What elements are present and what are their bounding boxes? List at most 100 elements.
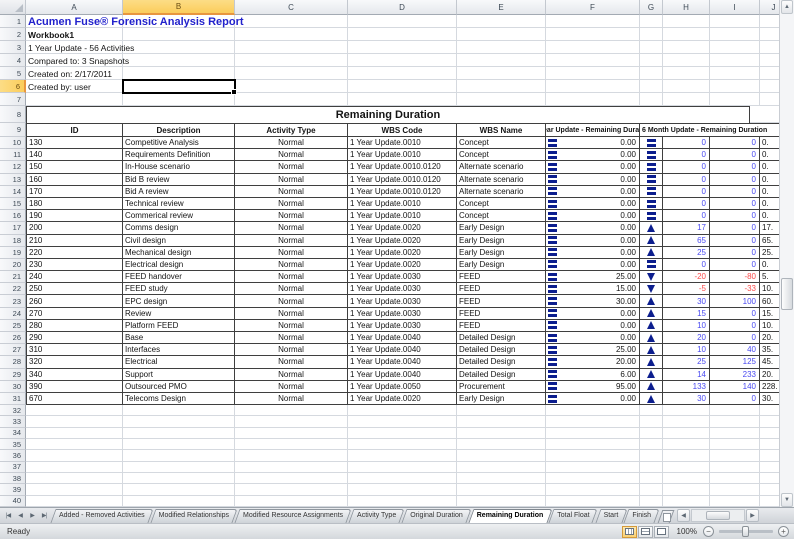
horizontal-scroll-track[interactable] xyxy=(691,509,745,522)
previous-sheet-icon[interactable]: ◀ xyxy=(14,510,26,522)
column-header-f[interactable]: F xyxy=(546,0,640,15)
cell-wbs-code[interactable]: 1 Year Update.0020 xyxy=(348,235,457,247)
row-number[interactable]: 12 xyxy=(0,161,26,173)
cell[interactable] xyxy=(760,473,779,484)
cell[interactable] xyxy=(457,484,546,495)
cell-id[interactable]: 310 xyxy=(26,344,123,356)
cell-wbs-code[interactable]: 1 Year Update.0010.0120 xyxy=(348,161,457,173)
scroll-left-icon[interactable]: ◀ xyxy=(677,509,690,522)
cell-six-month-delta[interactable]: 17 xyxy=(663,222,710,234)
cell-wbs-code[interactable]: 1 Year Update.0040 xyxy=(348,344,457,356)
row-number[interactable]: 9 xyxy=(0,123,26,137)
cell-wbs-name[interactable]: Concept xyxy=(457,198,546,210)
cell[interactable] xyxy=(640,80,663,93)
cell-six-month-value[interactable]: 35. xyxy=(760,344,779,356)
cell[interactable] xyxy=(457,462,546,473)
cell-six-month-delta[interactable]: 15 xyxy=(663,308,710,320)
cell[interactable] xyxy=(546,67,640,80)
cell-year-update[interactable]: 0.00 xyxy=(546,161,640,173)
cell-wbs-code[interactable]: 1 Year Update.0030 xyxy=(348,295,457,307)
cell-six-month-delta[interactable]: 0 xyxy=(663,186,710,198)
cell-wbs-name[interactable]: Early Design xyxy=(457,235,546,247)
cell[interactable] xyxy=(760,93,779,106)
cell-wbs-code[interactable]: 1 Year Update.0040 xyxy=(348,332,457,344)
column-header-h[interactable]: H xyxy=(663,0,710,15)
cell[interactable] xyxy=(640,15,663,28)
cell[interactable] xyxy=(348,484,457,495)
cell-wbs-code[interactable]: 1 Year Update.0020 xyxy=(348,222,457,234)
cell[interactable] xyxy=(457,473,546,484)
cell[interactable] xyxy=(235,439,348,450)
row-number[interactable]: 2 xyxy=(0,28,26,41)
cell[interactable] xyxy=(663,462,710,473)
cell[interactable] xyxy=(348,416,457,427)
column-header-c[interactable]: C xyxy=(235,0,348,15)
insert-worksheet-tab[interactable] xyxy=(658,509,674,523)
column-header-g[interactable]: G xyxy=(640,0,663,15)
cell-wbs-name[interactable]: Detailed Design xyxy=(457,332,546,344)
sheet-tab[interactable]: Added - Removed Activities xyxy=(52,508,152,523)
cell-activity-type[interactable]: Normal xyxy=(235,393,348,405)
cell-description[interactable]: Electrical xyxy=(123,356,235,368)
cell[interactable] xyxy=(760,80,779,93)
cell-activity-type[interactable]: Normal xyxy=(235,356,348,368)
cell[interactable] xyxy=(26,462,123,473)
cell[interactable] xyxy=(123,93,235,106)
cell[interactable] xyxy=(235,428,348,439)
cell-wbs-name[interactable]: Detailed Design xyxy=(457,369,546,381)
cell[interactable] xyxy=(546,484,640,495)
cell-activity-type[interactable]: Normal xyxy=(235,381,348,393)
cell-description[interactable]: FEED study xyxy=(123,283,235,295)
header-six-month-update[interactable]: 6 Month Update - Remaining Duration xyxy=(640,123,779,137)
cell[interactable] xyxy=(546,473,640,484)
cell-wbs-name[interactable]: Early Design xyxy=(457,393,546,405)
cell[interactable] xyxy=(546,93,640,106)
cell[interactable] xyxy=(235,80,348,93)
page-layout-view-button[interactable] xyxy=(638,526,653,538)
cell[interactable] xyxy=(640,496,663,507)
cell-year-update[interactable]: 25.00 xyxy=(546,344,640,356)
cell-six-month-delta[interactable]: 0 xyxy=(663,198,710,210)
cell-activity-type[interactable]: Normal xyxy=(235,344,348,356)
cell-six-month-delta[interactable]: 0 xyxy=(663,259,710,271)
cell-description[interactable]: Comms design xyxy=(123,222,235,234)
cell-wbs-name[interactable]: Alternate scenario xyxy=(457,161,546,173)
cell[interactable] xyxy=(663,484,710,495)
cell[interactable] xyxy=(760,484,779,495)
cell[interactable] xyxy=(123,428,235,439)
cell[interactable] xyxy=(710,450,760,461)
row-number[interactable]: 27 xyxy=(0,344,26,356)
cell[interactable] xyxy=(235,54,348,67)
cell-trend[interactable] xyxy=(640,259,663,271)
cell[interactable] xyxy=(710,428,760,439)
cell[interactable] xyxy=(640,462,663,473)
cell-six-month-value[interactable]: 20. xyxy=(760,369,779,381)
cell-year-update[interactable]: 0.00 xyxy=(546,210,640,222)
cell[interactable] xyxy=(710,54,760,67)
cell[interactable] xyxy=(123,496,235,507)
cell-six-month-value[interactable]: 0. xyxy=(760,149,779,161)
cell[interactable] xyxy=(348,15,457,28)
row-number[interactable]: 25 xyxy=(0,320,26,332)
cell-six-month-delta[interactable]: 0 xyxy=(663,174,710,186)
cell-id[interactable]: 280 xyxy=(26,320,123,332)
cell-description[interactable]: Requirements Definition xyxy=(123,149,235,161)
cell-description[interactable]: Civil design xyxy=(123,235,235,247)
cell[interactable] xyxy=(123,439,235,450)
cell-activity-type[interactable]: Normal xyxy=(235,283,348,295)
cell[interactable] xyxy=(750,106,779,123)
cell[interactable] xyxy=(710,484,760,495)
cell-six-month-value[interactable]: 17. xyxy=(760,222,779,234)
sheet-tab[interactable]: Start xyxy=(597,508,626,523)
cell[interactable] xyxy=(546,54,640,67)
cell[interactable] xyxy=(123,416,235,427)
cell[interactable] xyxy=(546,41,640,54)
cell-year-update[interactable]: 95.00 xyxy=(546,381,640,393)
cell-wbs-code[interactable]: 1 Year Update.0040 xyxy=(348,369,457,381)
cell-activity-type[interactable]: Normal xyxy=(235,149,348,161)
scroll-up-icon[interactable]: ▲ xyxy=(781,0,793,14)
cell[interactable] xyxy=(123,484,235,495)
cell-six-month-percent[interactable]: 0 xyxy=(710,198,760,210)
cell[interactable] xyxy=(457,15,546,28)
cell-wbs-code[interactable]: 1 Year Update.0020 xyxy=(348,259,457,271)
